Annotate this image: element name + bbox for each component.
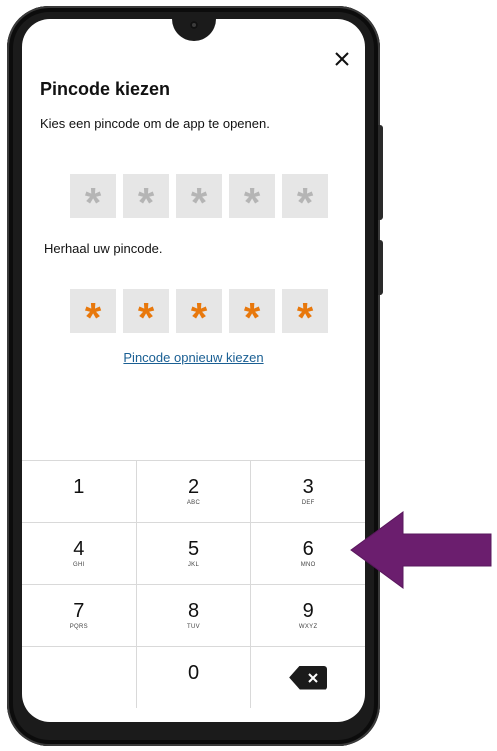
key-0[interactable]: 0 [137,647,252,708]
keypad-row: 1 2 ABC 3 DEF [22,461,365,523]
power-button [378,240,383,295]
key-letters: PQRS [69,623,88,630]
key-letters: GHI [73,561,85,568]
keypad-row: 7 PQRS 8 TUV 9 WXYZ [22,585,365,647]
key-digit: 1 [73,475,85,498]
pin-slot: * [176,289,222,341]
repeat-pin-label: Herhaal uw pincode. [44,241,163,256]
key-8[interactable]: 8 TUV [137,585,252,646]
key-digit: 6 [302,537,314,560]
key-digit: 4 [73,537,85,560]
camera-notch [172,19,216,41]
key-digit: 9 [302,599,314,622]
key-5[interactable]: 5 JKL [137,523,252,584]
pin-slot: * [229,289,275,341]
key-4[interactable]: 4 GHI [22,523,137,584]
key-letters: DEF [301,499,315,506]
pin-slot: * [70,174,116,226]
backspace-button[interactable] [251,647,365,708]
keypad-row: 0 [22,647,365,708]
pin-slot: * [123,289,169,341]
volume-button [378,125,383,220]
keypad-row: 4 GHI 5 JKL 6 MNO [22,523,365,585]
key-9[interactable]: 9 WXYZ [251,585,365,646]
key-2[interactable]: 2 ABC [137,461,252,522]
key-digit: 0 [187,661,200,684]
key-digit: 2 [187,475,200,498]
close-icon [335,52,349,66]
numeric-keypad: 1 2 ABC 3 DEF 4 GHI 5 JKL 6 MNO 7 PQRS 8… [22,460,365,708]
key-letters: MNO [300,561,316,568]
pointer-arrow-icon [350,511,492,589]
pin-slot: * [282,289,328,341]
key-letters: TUV [187,623,200,630]
close-button[interactable] [330,47,354,71]
key-digit: 5 [187,537,200,560]
pin-input-repeat[interactable]: * * * * * [70,289,328,341]
pin-slot: * [123,174,169,226]
key-1[interactable]: 1 [22,461,137,522]
key-letters: ABC [186,499,201,506]
key-digit: 7 [73,599,85,622]
pin-slot: * [229,174,275,226]
key-letters: WXYZ [298,623,318,630]
pin-slot: * [70,289,116,341]
pin-slot: * [282,174,328,226]
page-subtitle: Kies een pincode om de app te openen. [40,116,270,131]
pin-slot: * [176,174,222,226]
key-digit: 3 [302,475,314,498]
pin-input-first[interactable]: * * * * * [70,174,328,226]
key-letters: JKL [187,561,200,568]
app-screen: Pincode kiezen Kies een pincode om de ap… [22,19,365,722]
key-blank [22,647,137,708]
reset-pin-link[interactable]: Pincode opnieuw kiezen [22,350,365,365]
page-title: Pincode kiezen [40,79,171,99]
key-digit: 8 [187,599,200,622]
front-camera-icon [190,21,198,29]
backspace-icon [289,665,328,690]
key-7[interactable]: 7 PQRS [22,585,137,646]
